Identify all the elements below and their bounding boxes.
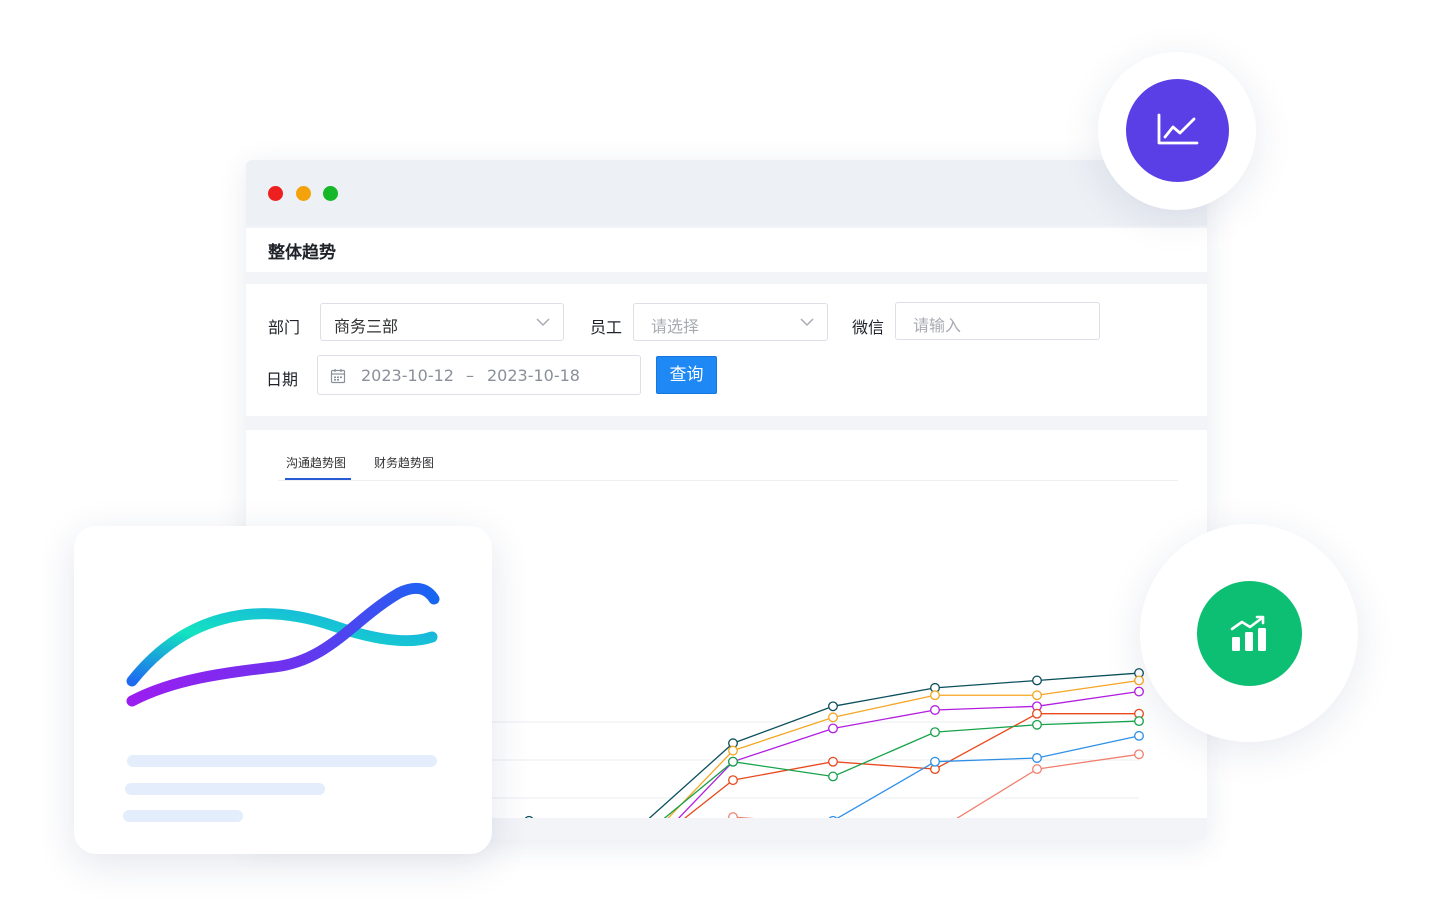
chevron-down-icon — [800, 318, 814, 327]
line-chart-icon — [1157, 113, 1199, 145]
wechat-placeholder: 请输入 — [913, 316, 962, 335]
data-point[interactable] — [1032, 753, 1042, 763]
department-selected-value: 商务三部 — [334, 317, 399, 336]
data-point[interactable] — [828, 712, 838, 723]
wechat-input[interactable]: 请输入 — [895, 302, 1100, 340]
data-point[interactable] — [1032, 764, 1042, 775]
data-point[interactable] — [1134, 675, 1144, 686]
data-point[interactable] — [828, 771, 838, 782]
query-button[interactable]: 查询 — [656, 356, 717, 394]
line-chart-badge — [1098, 52, 1256, 210]
data-point[interactable] — [728, 775, 738, 786]
employee-label: 员工 — [590, 318, 623, 337]
data-point[interactable] — [930, 756, 940, 767]
data-point[interactable] — [828, 815, 838, 818]
data-point[interactable] — [728, 745, 738, 756]
series-line — [683, 713, 1139, 818]
data-point[interactable] — [1134, 749, 1144, 760]
data-point[interactable] — [930, 727, 940, 738]
chevron-down-icon — [536, 318, 550, 327]
date-range-picker[interactable]: 2023-10-12 – 2023-10-18 — [317, 355, 641, 395]
data-point[interactable] — [524, 815, 534, 818]
series-line — [730, 753, 1140, 818]
date-end: 2023-10-18 — [487, 366, 580, 385]
skeleton-line — [125, 783, 325, 795]
data-point[interactable] — [828, 701, 838, 712]
data-point[interactable] — [1134, 716, 1144, 727]
data-point[interactable] — [728, 756, 738, 767]
bar-chart-trend-icon — [1230, 615, 1266, 651]
wechat-label: 微信 — [852, 318, 885, 337]
data-point[interactable] — [728, 812, 738, 818]
close-window-button[interactable] — [268, 186, 283, 201]
series-line — [677, 690, 1140, 818]
filter-panel: 部门 商务三部 员工 请选择 微信 请输入 日期 2023-10-12 – 20… — [246, 284, 1207, 416]
department-label: 部门 — [268, 318, 301, 337]
data-point[interactable] — [1032, 719, 1042, 730]
series-line — [667, 679, 1140, 818]
series-line — [836, 735, 1140, 818]
bar-chart-badge — [1140, 524, 1358, 742]
wave-illustration — [126, 582, 440, 707]
data-point[interactable] — [930, 690, 940, 701]
skeleton-line — [127, 755, 437, 767]
employee-select[interactable]: 请选择 — [633, 303, 828, 341]
data-point[interactable] — [1032, 690, 1042, 701]
date-separator: – — [466, 366, 474, 385]
section-header: 整体趋势 — [246, 228, 1207, 272]
data-point[interactable] — [1134, 730, 1144, 741]
minimize-window-button[interactable] — [296, 186, 311, 201]
page-title: 整体趋势 — [268, 243, 336, 263]
calendar-icon — [330, 369, 346, 384]
line-chart-badge-inner — [1126, 79, 1229, 182]
data-point[interactable] — [1032, 675, 1042, 686]
data-point[interactable] — [828, 756, 838, 767]
data-point[interactable] — [930, 705, 940, 715]
data-point[interactable] — [1032, 708, 1042, 719]
skeleton-line — [123, 810, 243, 822]
maximize-window-button[interactable] — [323, 186, 338, 201]
data-point[interactable] — [828, 723, 838, 734]
window-titlebar — [246, 160, 1207, 226]
bar-chart-badge-inner — [1197, 581, 1302, 686]
employee-placeholder: 请选择 — [651, 317, 700, 336]
date-label: 日期 — [266, 370, 299, 389]
department-select[interactable]: 商务三部 — [320, 303, 564, 341]
data-point[interactable] — [1134, 686, 1144, 697]
date-start: 2023-10-12 — [361, 366, 454, 385]
floating-card — [74, 526, 492, 854]
